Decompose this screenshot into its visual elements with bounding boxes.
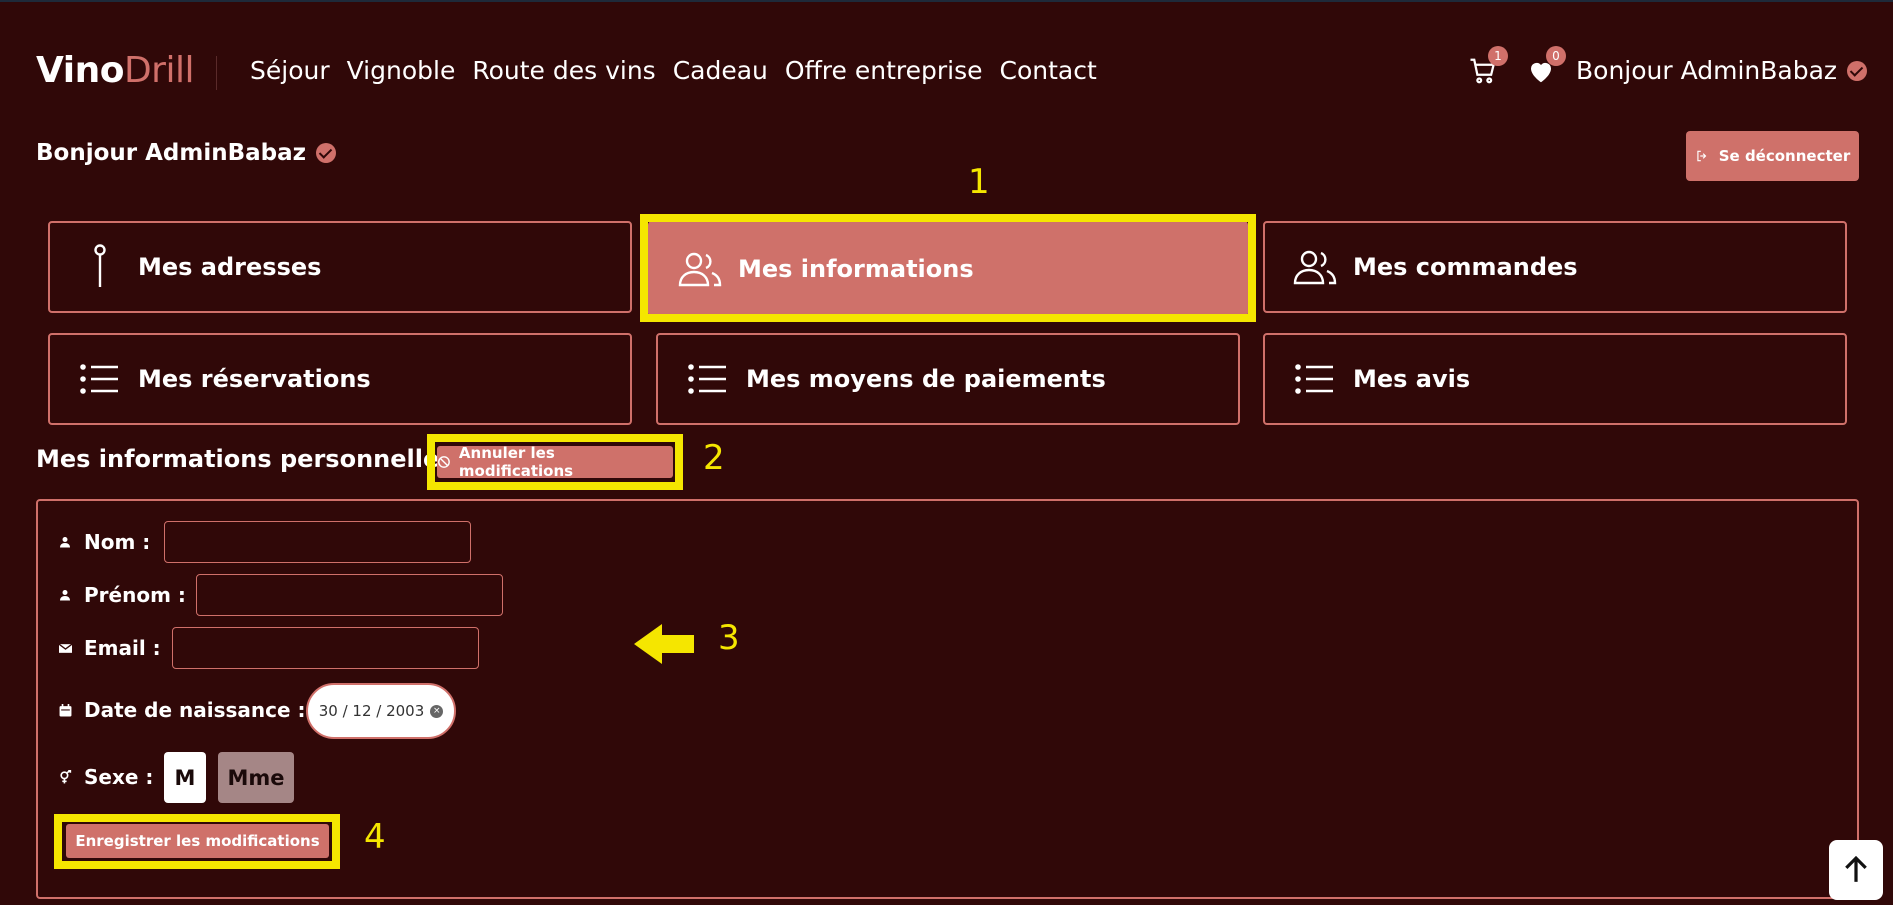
greeting-text: Bonjour AdminBabaz	[1576, 56, 1838, 85]
menu-card-label: Mes adresses	[138, 253, 322, 281]
mail-icon	[58, 641, 72, 655]
menu-card-label: Mes commandes	[1353, 253, 1578, 281]
arrow-up-icon	[1845, 856, 1867, 882]
logo-divider	[216, 56, 217, 90]
person-icon	[58, 535, 72, 549]
logo-part2: Drill	[123, 50, 195, 91]
sexe-label: Sexe :	[58, 765, 153, 789]
birthdate-input[interactable]: 30 / 12 / 2003 ×	[306, 683, 456, 739]
nom-label: Nom :	[58, 530, 150, 554]
scroll-to-top-button[interactable]	[1829, 840, 1883, 900]
list-icon	[684, 355, 732, 403]
calendar-icon	[58, 703, 72, 717]
wishlist-count-badge: 0	[1546, 46, 1566, 66]
clear-icon[interactable]: ×	[430, 704, 444, 718]
birthdate-label: Date de naissance :	[58, 698, 306, 722]
nom-label-text: Nom :	[84, 530, 151, 554]
list-icon	[76, 355, 124, 403]
cart-count-badge: 1	[1488, 46, 1508, 66]
email-label: Email :	[58, 636, 161, 660]
annotation-box-4	[54, 814, 340, 869]
prenom-input[interactable]	[196, 574, 503, 616]
birthdate-value: 30 / 12 / 2003	[318, 702, 425, 720]
user-greeting[interactable]: Bonjour AdminBabaz	[1576, 56, 1868, 85]
top-header: VinoDrill Séjour Vignoble Route des vins…	[0, 2, 1893, 142]
gender-icon	[58, 770, 72, 784]
verified-icon	[1847, 60, 1868, 81]
list-icon	[1291, 355, 1339, 403]
logo-part1: Vino	[36, 50, 124, 91]
menu-card-addresses[interactable]: Mes adresses	[48, 221, 632, 313]
menu-card-payments[interactable]: Mes moyens de paiements	[656, 333, 1240, 425]
annotation-arrow-3	[634, 624, 694, 664]
menu-card-orders[interactable]: Mes commandes	[1263, 221, 1847, 313]
logout-icon	[1697, 150, 1707, 162]
annotation-2: 2	[703, 438, 725, 478]
logout-label: Se déconnecter	[1718, 147, 1851, 165]
menu-card-label: Mes avis	[1353, 365, 1471, 393]
prenom-label: Prénom :	[58, 583, 186, 607]
users-icon	[1291, 243, 1339, 291]
nav-vignoble[interactable]: Vignoble	[347, 56, 456, 85]
email-label-text: Email :	[84, 636, 161, 660]
wishlist-button[interactable]: 0	[1526, 46, 1566, 88]
section-title: Mes informations personnelles	[36, 445, 454, 473]
nom-input[interactable]	[164, 521, 471, 563]
page-greeting: Bonjour AdminBabaz	[36, 140, 337, 166]
nav-sejour[interactable]: Séjour	[250, 56, 330, 85]
annotation-box-2	[427, 434, 683, 490]
person-icon	[58, 588, 72, 602]
annotation-3: 3	[718, 618, 740, 658]
menu-card-reviews[interactable]: Mes avis	[1263, 333, 1847, 425]
annotation-4: 4	[364, 817, 386, 857]
sexe-label-text: Sexe :	[84, 765, 154, 789]
prenom-label-text: Prénom :	[84, 583, 186, 607]
cart-button[interactable]: 1	[1468, 46, 1508, 88]
pin-icon	[76, 243, 124, 291]
sexe-mme-button[interactable]: Mme	[218, 752, 294, 803]
menu-card-label: Mes moyens de paiements	[746, 365, 1106, 393]
logout-button[interactable]: Se déconnecter	[1686, 131, 1859, 181]
nav-route-des-vins[interactable]: Route des vins	[472, 56, 655, 85]
email-input[interactable]	[172, 627, 479, 669]
menu-card-label: Mes réservations	[138, 365, 371, 393]
main-nav: Séjour Vignoble Route des vins Cadeau Of…	[250, 56, 1097, 85]
nav-contact[interactable]: Contact	[1000, 56, 1097, 85]
annotation-box-1	[640, 214, 1256, 322]
menu-card-reservations[interactable]: Mes réservations	[48, 333, 632, 425]
birthdate-label-text: Date de naissance :	[84, 698, 306, 722]
logo[interactable]: VinoDrill	[36, 50, 194, 91]
page-greeting-text: Bonjour AdminBabaz	[36, 140, 307, 166]
annotation-1: 1	[968, 162, 990, 202]
sexe-m-button[interactable]: M	[164, 752, 206, 803]
verified-icon	[316, 143, 337, 163]
nav-offre-entreprise[interactable]: Offre entreprise	[785, 56, 983, 85]
nav-cadeau[interactable]: Cadeau	[673, 56, 768, 85]
